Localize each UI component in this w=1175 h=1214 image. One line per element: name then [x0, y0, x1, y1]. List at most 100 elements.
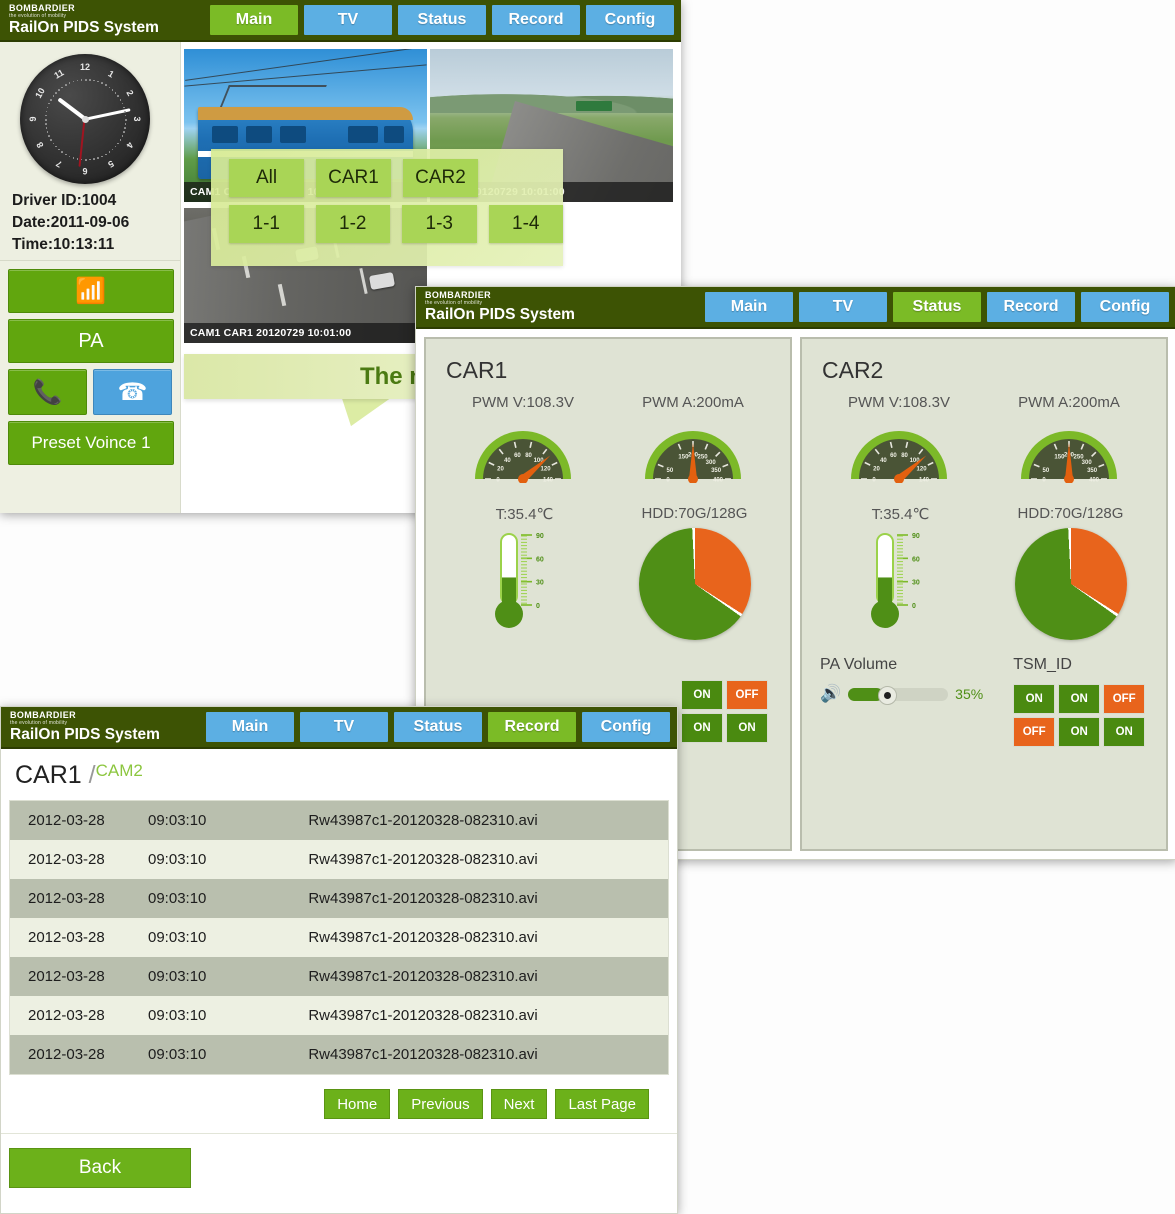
pa-volume-value: 35%	[955, 686, 983, 702]
pa-volume-slider[interactable]	[848, 688, 948, 701]
pa-button[interactable]: PA	[8, 319, 174, 363]
table-row[interactable]: 2012-03-2809:03:10Rw43987c1-20120328-082…	[10, 996, 668, 1035]
clock-minute-tick	[105, 154, 107, 156]
table-row[interactable]: 2012-03-2809:03:10Rw43987c1-20120328-082…	[10, 801, 668, 840]
car1-tsm-button-2[interactable]: OFF	[726, 680, 768, 710]
call-answer-button[interactable]: 📞	[8, 369, 87, 415]
select-all-button[interactable]: All	[229, 159, 304, 197]
clock-minute-tick	[120, 99, 122, 101]
svg-text:30: 30	[536, 580, 544, 587]
svg-text:50: 50	[667, 468, 674, 474]
car2-thermometer: 0306090	[842, 529, 960, 634]
tsm-button-5[interactable]: ON	[1058, 717, 1100, 747]
svg-text:90: 90	[912, 533, 920, 540]
record-filename: Rw43987c1-20120328-082310.avi	[268, 1046, 668, 1063]
call-hangup-button[interactable]: ☎	[93, 369, 172, 415]
clock-minute-tick	[122, 135, 124, 137]
clock-minute-tick	[81, 79, 83, 81]
clock-minute-tick	[69, 156, 71, 158]
table-row[interactable]: 2012-03-2809:03:10Rw43987c1-20120328-082…	[10, 957, 668, 996]
car1-gauge-row-2: T:35.4℃ 0306090 HDD:70G/128G	[438, 505, 778, 640]
record-tabs: Main TV Status Record Config	[205, 711, 677, 743]
tab-record[interactable]: Record	[487, 711, 577, 743]
main-titlebar: BOMBARDIER the evolution of mobility Rai…	[0, 0, 681, 42]
clock-minute-tick	[55, 92, 57, 94]
tab-status[interactable]: Status	[397, 4, 487, 36]
clock-minute-tick	[89, 159, 91, 161]
car1-hdd-pie-chart	[639, 528, 751, 640]
tab-record[interactable]: Record	[491, 4, 581, 36]
tab-tv[interactable]: TV	[303, 4, 393, 36]
car1-tsm-button-1[interactable]: ON	[681, 680, 723, 710]
tab-main[interactable]: Main	[209, 4, 299, 36]
svg-text:350: 350	[711, 468, 722, 474]
road-sign-graphic	[576, 101, 612, 111]
record-cam-label: CAM2	[96, 761, 143, 781]
brand-line2: the evolution of mobility	[425, 301, 575, 306]
phone-hangup-icon: ☎	[118, 378, 148, 407]
select-cam-1-3-button[interactable]: 1-3	[402, 205, 477, 243]
previous-button[interactable]: Previous	[398, 1089, 482, 1119]
select-cam-1-4-button[interactable]: 1-4	[489, 205, 564, 243]
tab-config[interactable]: Config	[1080, 291, 1170, 323]
tab-status[interactable]: Status	[393, 711, 483, 743]
tsm-button-6[interactable]: ON	[1103, 717, 1145, 747]
record-filename: Rw43987c1-20120328-082310.avi	[268, 929, 668, 946]
select-car1-button[interactable]: CAR1	[316, 159, 391, 197]
analog-clock: 121234567891011	[20, 54, 150, 184]
tab-main[interactable]: Main	[205, 711, 295, 743]
select-cam-1-1-button[interactable]: 1-1	[229, 205, 304, 243]
car1-tsm-button-3[interactable]: ON	[681, 713, 723, 743]
tab-config[interactable]: Config	[585, 4, 675, 36]
pa-volume-knob[interactable]	[878, 686, 897, 705]
table-row[interactable]: 2012-03-2809:03:10Rw43987c1-20120328-082…	[10, 1035, 668, 1074]
tab-main[interactable]: Main	[704, 291, 794, 323]
table-row[interactable]: 2012-03-2809:03:10Rw43987c1-20120328-082…	[10, 840, 668, 879]
record-car-label: CAR1	[15, 761, 82, 789]
car1-temp-label: T:35.4℃	[466, 505, 584, 523]
tsm-button-3[interactable]: OFF	[1103, 684, 1145, 714]
car2-controls-row: PA Volume 🔊 35% TSM_ID ON ON	[814, 656, 1154, 747]
preset-voice-button[interactable]: Preset Voince 1	[8, 421, 174, 465]
car1-tsm-button-4[interactable]: ON	[726, 713, 768, 743]
table-row[interactable]: 2012-03-2809:03:10Rw43987c1-20120328-082…	[10, 879, 668, 918]
car1-temp-cell: T:35.4℃ 0306090	[466, 505, 584, 640]
tsm-button-1[interactable]: ON	[1013, 684, 1055, 714]
clock-minute-tick	[85, 159, 87, 161]
clock-minute-tick	[65, 154, 67, 156]
back-button[interactable]: Back	[9, 1148, 191, 1188]
tab-tv[interactable]: TV	[798, 291, 888, 323]
clock-minute-tick	[117, 143, 119, 145]
tab-tv[interactable]: TV	[299, 711, 389, 743]
select-car2-button[interactable]: CAR2	[403, 159, 478, 197]
bluetooth-button[interactable]: 📶	[8, 269, 174, 313]
next-button[interactable]: Next	[491, 1089, 548, 1119]
clock-minute-tick	[58, 149, 60, 151]
car2-pwm-v-gauge: 020406080100120140	[840, 417, 958, 483]
svg-text:40: 40	[880, 458, 887, 464]
car2-hdd-cell: HDD:70G/128G	[1015, 505, 1127, 640]
tsm-button-2[interactable]: ON	[1058, 684, 1100, 714]
tsm-button-4[interactable]: OFF	[1013, 717, 1055, 747]
svg-text:80: 80	[901, 453, 908, 459]
car1-hdd-label: HDD:70G/128G	[639, 505, 751, 522]
svg-text:30: 30	[912, 580, 920, 587]
select-cam-1-2-button[interactable]: 1-2	[316, 205, 391, 243]
clock-minute-hand	[85, 108, 131, 120]
tab-record[interactable]: Record	[986, 291, 1076, 323]
clock-minute-tick	[46, 127, 48, 129]
record-filename: Rw43987c1-20120328-082310.avi	[268, 851, 668, 868]
table-row[interactable]: 2012-03-2809:03:10Rw43987c1-20120328-082…	[10, 918, 668, 957]
svg-text:50: 50	[1043, 468, 1050, 474]
clock-minute-tick	[93, 80, 95, 82]
clock-minute-tick	[61, 87, 63, 89]
record-time: 09:03:10	[148, 1007, 268, 1024]
record-time: 09:03:10	[148, 929, 268, 946]
car-selector-row-2: 1-1 1-2 1-3 1-4	[211, 197, 563, 243]
last-page-button[interactable]: Last Page	[555, 1089, 649, 1119]
pa-volume-control[interactable]: 🔊 35%	[820, 684, 983, 704]
home-button[interactable]: Home	[324, 1089, 390, 1119]
tab-config[interactable]: Config	[581, 711, 671, 743]
tab-status[interactable]: Status	[892, 291, 982, 323]
brand-logo: BOMBARDIER the evolution of mobility Rai…	[1, 711, 160, 743]
